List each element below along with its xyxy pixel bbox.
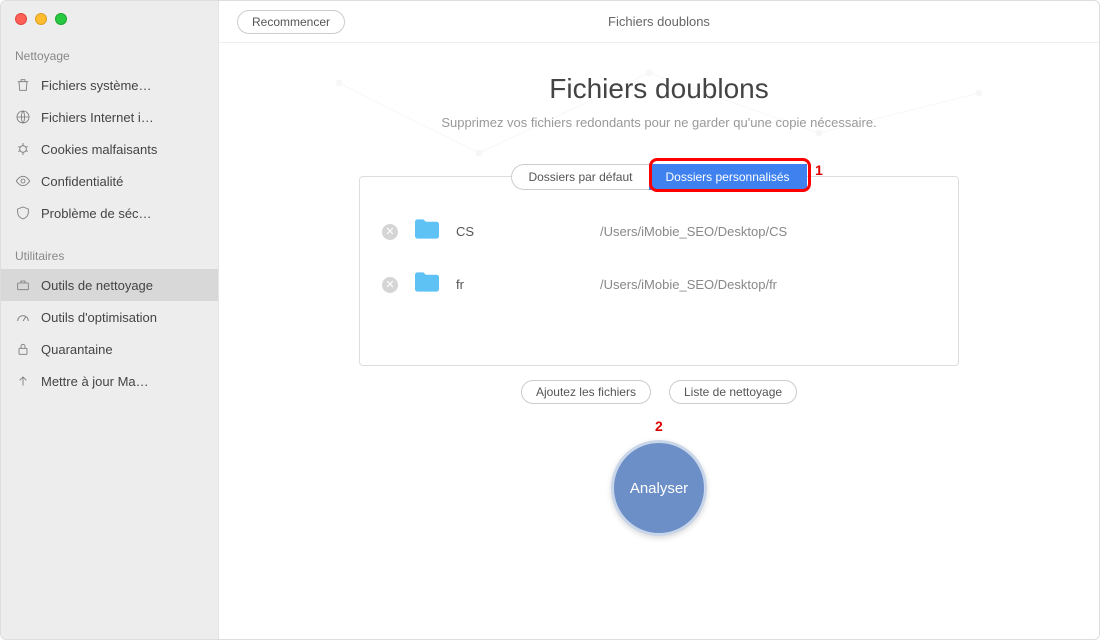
close-window-button[interactable]	[15, 13, 27, 25]
remove-folder-button[interactable]: ✕	[382, 224, 398, 240]
app-window: Nettoyage Fichiers système… Fichiers Int…	[0, 0, 1100, 640]
callout-2: 2	[655, 418, 663, 434]
sidebar-item-update[interactable]: Mettre à jour Ma…	[1, 365, 218, 397]
sidebar-item-cookies[interactable]: Cookies malfaisants	[1, 133, 218, 165]
sidebar-section-title: Nettoyage	[1, 43, 218, 69]
main-area: Recommencer Fichiers doublons Fichiers d…	[219, 1, 1099, 639]
analyze-wrap: 2 Analyser	[611, 440, 707, 536]
folder-icon	[412, 217, 442, 246]
content: Fichiers doublons Supprimez vos fichiers…	[219, 43, 1099, 639]
sidebar-item-label: Fichiers système…	[41, 78, 152, 93]
sidebar-item-label: Confidentialité	[41, 174, 123, 189]
folder-path: /Users/iMobie_SEO/Desktop/fr	[600, 277, 777, 292]
sidebar-item-privacy[interactable]: Confidentialité	[1, 165, 218, 197]
folder-icon	[412, 270, 442, 299]
globe-icon	[15, 109, 31, 125]
folder-tabs: Dossiers par défaut Dossiers personnalis…	[511, 164, 806, 190]
sidebar: Nettoyage Fichiers système… Fichiers Int…	[1, 1, 219, 639]
remove-folder-button[interactable]: ✕	[382, 277, 398, 293]
analyze-button[interactable]: Analyser	[611, 440, 707, 536]
add-files-button[interactable]: Ajoutez les fichiers	[521, 380, 651, 404]
upload-icon	[15, 373, 31, 389]
sidebar-item-label: Cookies malfaisants	[41, 142, 157, 157]
folder-name: CS	[456, 224, 586, 239]
shield-icon	[15, 205, 31, 221]
clean-list-button[interactable]: Liste de nettoyage	[669, 380, 797, 404]
restart-button[interactable]: Recommencer	[237, 10, 345, 34]
page-title: Fichiers doublons	[259, 73, 1059, 105]
toolbox-icon	[15, 277, 31, 293]
lock-icon	[15, 341, 31, 357]
sidebar-item-cleaning-tools[interactable]: Outils de nettoyage	[1, 269, 218, 301]
topbar: Recommencer Fichiers doublons	[219, 1, 1099, 43]
sidebar-item-security[interactable]: Problème de séc…	[1, 197, 218, 229]
bug-icon	[15, 141, 31, 157]
sidebar-item-label: Outils d'optimisation	[41, 310, 157, 325]
sidebar-item-quarantine[interactable]: Quarantaine	[1, 333, 218, 365]
folder-row: ✕ fr /Users/iMobie_SEO/Desktop/fr	[382, 258, 936, 311]
folder-row: ✕ CS /Users/iMobie_SEO/Desktop/CS	[382, 205, 936, 258]
sidebar-item-internet-files[interactable]: Fichiers Internet i…	[1, 101, 218, 133]
topbar-title: Fichiers doublons	[219, 14, 1099, 29]
panel-buttons: Ajoutez les fichiers Liste de nettoyage	[359, 380, 959, 404]
folder-name: fr	[456, 277, 586, 292]
sidebar-item-label: Problème de séc…	[41, 206, 152, 221]
sidebar-item-optimization[interactable]: Outils d'optimisation	[1, 301, 218, 333]
sidebar-item-label: Quarantaine	[41, 342, 113, 357]
eye-icon	[15, 173, 31, 189]
callout-1: 1	[815, 162, 823, 178]
tab-custom-folders[interactable]: Dossiers personnalisés	[649, 164, 807, 190]
sidebar-item-system-files[interactable]: Fichiers système…	[1, 69, 218, 101]
window-controls	[1, 1, 218, 43]
sidebar-item-label: Mettre à jour Ma…	[41, 374, 149, 389]
trash-icon	[15, 77, 31, 93]
folder-path: /Users/iMobie_SEO/Desktop/CS	[600, 224, 787, 239]
sidebar-section-title: Utilitaires	[1, 243, 218, 269]
sidebar-item-label: Fichiers Internet i…	[41, 110, 154, 125]
gauge-icon	[15, 309, 31, 325]
page-subtitle: Supprimez vos fichiers redondants pour n…	[259, 115, 1059, 130]
sidebar-item-label: Outils de nettoyage	[41, 278, 153, 293]
maximize-window-button[interactable]	[55, 13, 67, 25]
folder-panel-wrap: Dossiers par défaut Dossiers personnalis…	[359, 164, 959, 404]
folders-panel: ✕ CS /Users/iMobie_SEO/Desktop/CS ✕ fr /…	[359, 176, 959, 366]
minimize-window-button[interactable]	[35, 13, 47, 25]
tab-default-folders[interactable]: Dossiers par défaut	[511, 164, 648, 190]
